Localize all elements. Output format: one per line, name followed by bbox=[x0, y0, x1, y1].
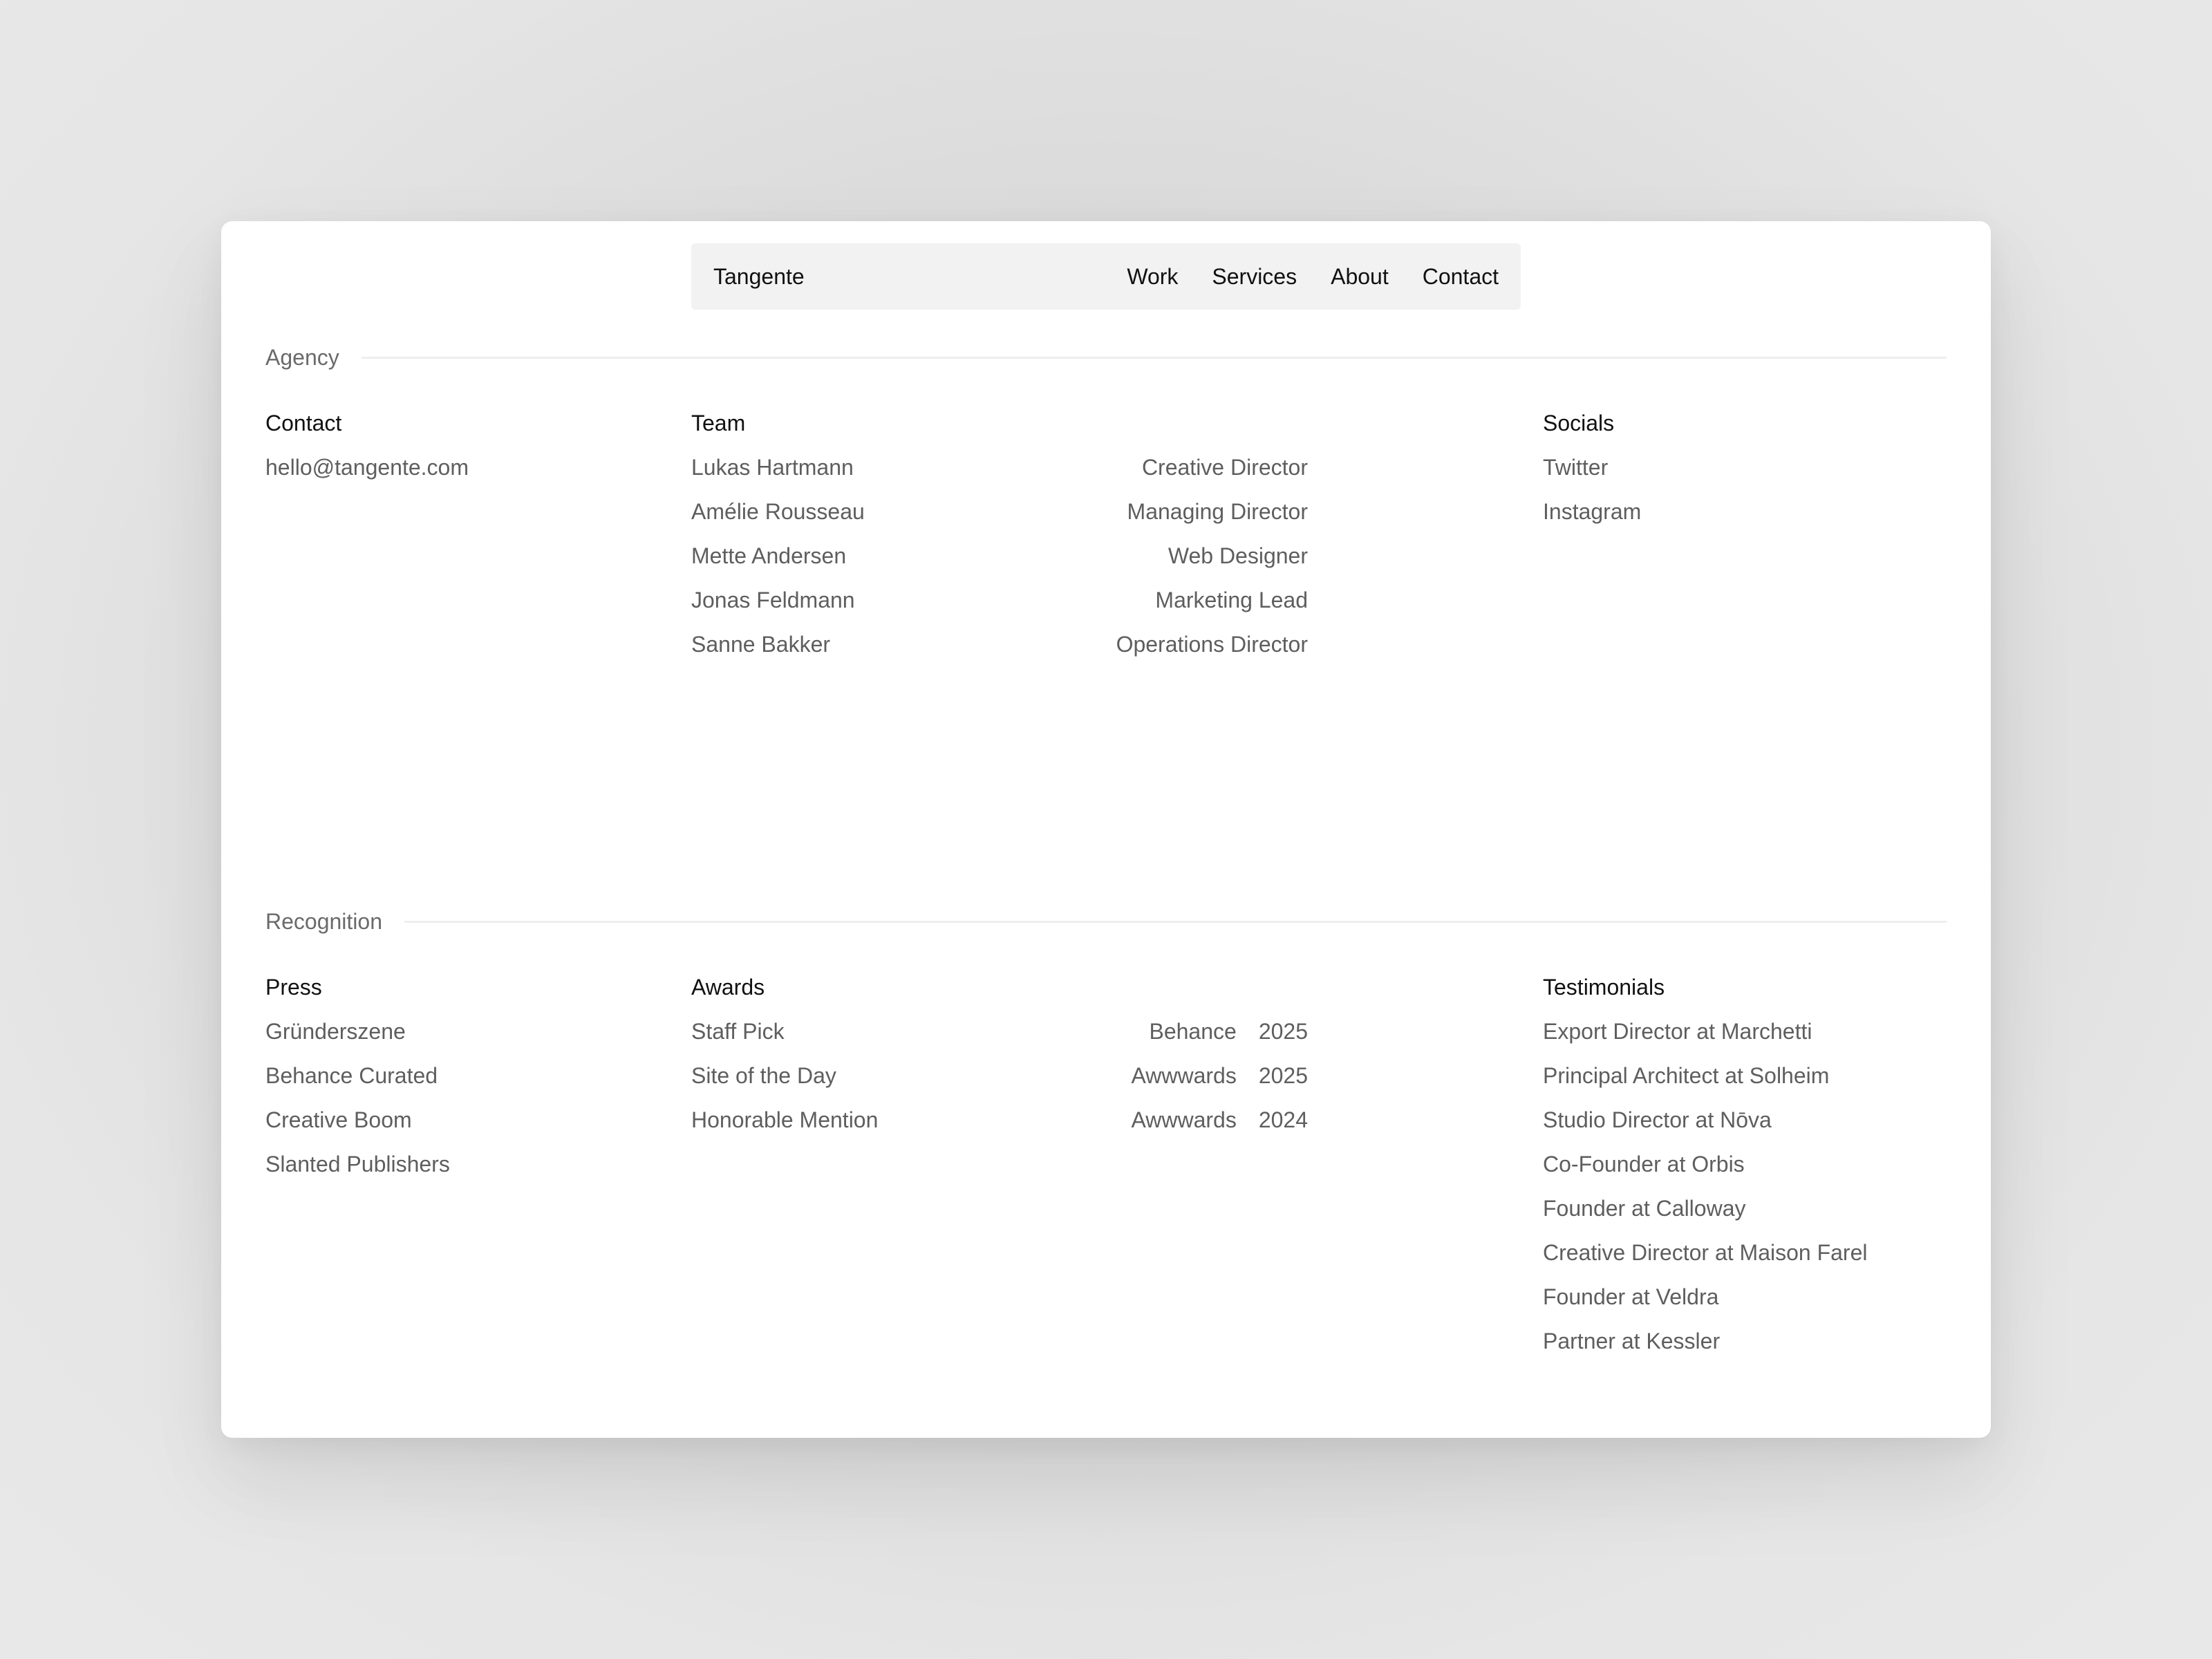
team-title: Team bbox=[691, 411, 746, 435]
testimonial-item[interactable]: Studio Director at Nōva bbox=[1543, 1106, 1958, 1150]
testimonial-item[interactable]: Co-Founder at Orbis bbox=[1543, 1150, 1958, 1194]
testimonials-title: Testimonials bbox=[1543, 975, 1665, 1000]
agency-section-header: Agency bbox=[265, 345, 1947, 371]
section-divider bbox=[361, 357, 1947, 359]
nav-link-contact[interactable]: Contact bbox=[1423, 264, 1499, 290]
press-title: Press bbox=[265, 975, 322, 1000]
testimonial-item[interactable]: Founder at Calloway bbox=[1543, 1194, 1958, 1239]
awards-column: Awards Staff Pick Behance 2025 Site of t… bbox=[691, 973, 1308, 1150]
section-title-recognition: Recognition bbox=[265, 909, 382, 934]
testimonial-item[interactable]: Founder at Veldra bbox=[1543, 1283, 1958, 1327]
socials-title: Socials bbox=[1543, 411, 1615, 435]
section-title-agency: Agency bbox=[265, 345, 339, 370]
press-column: Press Gründerszene Behance Curated Creat… bbox=[265, 973, 653, 1194]
award-year: 2025 bbox=[1258, 1063, 1308, 1088]
nav-link-about[interactable]: About bbox=[1331, 264, 1389, 290]
testimonial-item[interactable]: Principal Architect at Solheim bbox=[1543, 1062, 1958, 1106]
team-member-row: Sanne Bakker Operations Director bbox=[691, 630, 1308, 675]
recognition-section-header: Recognition bbox=[265, 909, 1947, 935]
testimonial-item[interactable]: Partner at Kessler bbox=[1543, 1327, 1958, 1371]
team-member-row: Amélie Rousseau Managing Director bbox=[691, 498, 1308, 542]
press-item[interactable]: Creative Boom bbox=[265, 1106, 653, 1150]
awards-title: Awards bbox=[691, 975, 765, 1000]
testimonials-column: Testimonials Export Director at Marchett… bbox=[1543, 973, 1958, 1371]
team-member-name: Sanne Bakker bbox=[691, 632, 831, 657]
testimonial-item[interactable]: Export Director at Marchetti bbox=[1543, 1018, 1958, 1062]
team-member-role: Creative Director bbox=[1141, 455, 1308, 480]
award-year: 2024 bbox=[1258, 1107, 1308, 1132]
page-card: Tangente Work Services About Contact Age… bbox=[221, 221, 1991, 1438]
press-item[interactable]: Slanted Publishers bbox=[265, 1150, 653, 1194]
team-member-name: Lukas Hartmann bbox=[691, 455, 854, 480]
award-source: Awwwards bbox=[1131, 1063, 1237, 1088]
award-year: 2025 bbox=[1258, 1019, 1308, 1044]
award-row: Site of the Day Awwwards 2025 bbox=[691, 1062, 1308, 1106]
press-item[interactable]: Gründerszene bbox=[265, 1018, 653, 1062]
team-member-name: Mette Andersen bbox=[691, 543, 847, 568]
top-navbar: Tangente Work Services About Contact bbox=[691, 243, 1521, 310]
team-member-row: Lukas Hartmann Creative Director bbox=[691, 453, 1308, 498]
award-row: Honorable Mention Awwwards 2024 bbox=[691, 1106, 1308, 1150]
nav-links: Work Services About Contact bbox=[1127, 264, 1499, 290]
testimonial-item[interactable]: Creative Director at Maison Farel bbox=[1543, 1239, 1958, 1283]
contact-email-link[interactable]: hello@tangente.com bbox=[265, 453, 653, 498]
social-link-instagram[interactable]: Instagram bbox=[1543, 498, 1930, 542]
team-member-role: Operations Director bbox=[1116, 632, 1308, 657]
award-source: Awwwards bbox=[1131, 1107, 1237, 1132]
contact-column: Contact hello@tangente.com bbox=[265, 409, 653, 498]
team-member-role: Marketing Lead bbox=[1155, 588, 1308, 612]
award-row: Staff Pick Behance 2025 bbox=[691, 1018, 1308, 1062]
team-member-row: Mette Andersen Web Designer bbox=[691, 542, 1308, 586]
team-column: Team Lukas Hartmann Creative Director Am… bbox=[691, 409, 1308, 675]
award-source: Behance bbox=[1149, 1019, 1237, 1044]
award-name: Staff Pick bbox=[691, 1019, 785, 1044]
team-member-role: Managing Director bbox=[1127, 499, 1308, 524]
socials-column: Socials Twitter Instagram bbox=[1543, 409, 1930, 542]
section-divider bbox=[404, 921, 1947, 923]
award-name: Honorable Mention bbox=[691, 1107, 879, 1132]
team-member-name: Jonas Feldmann bbox=[691, 588, 855, 612]
team-member-row: Jonas Feldmann Marketing Lead bbox=[691, 586, 1308, 630]
contact-title: Contact bbox=[265, 411, 342, 435]
nav-link-work[interactable]: Work bbox=[1127, 264, 1178, 290]
social-link-twitter[interactable]: Twitter bbox=[1543, 453, 1930, 498]
award-name: Site of the Day bbox=[691, 1063, 836, 1088]
brand-logo[interactable]: Tangente bbox=[713, 264, 1127, 290]
team-member-name: Amélie Rousseau bbox=[691, 499, 865, 524]
nav-link-services[interactable]: Services bbox=[1212, 264, 1297, 290]
press-item[interactable]: Behance Curated bbox=[265, 1062, 653, 1106]
team-member-role: Web Designer bbox=[1168, 543, 1308, 568]
